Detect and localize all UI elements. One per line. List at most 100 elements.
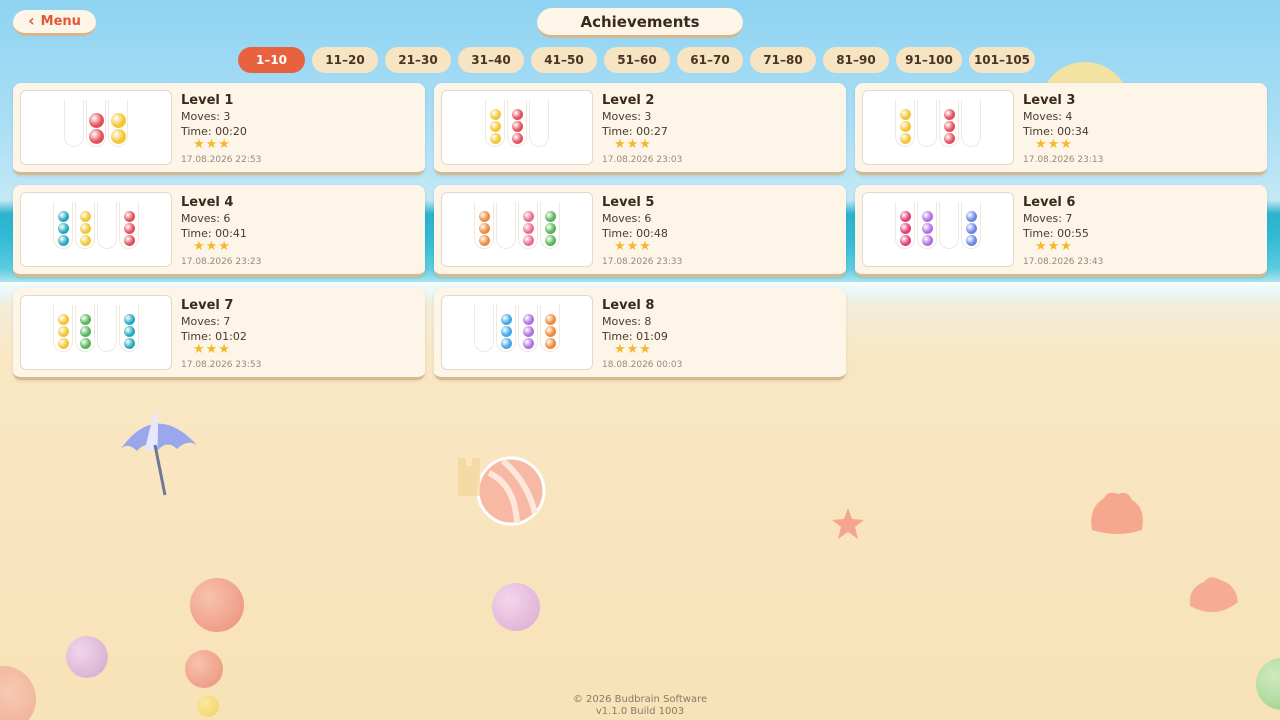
tab-11-20[interactable]: 11–20 bbox=[312, 47, 378, 73]
ball-icon bbox=[123, 235, 135, 246]
ball-icon bbox=[57, 223, 69, 234]
ball-icon bbox=[500, 338, 512, 349]
tube-icon bbox=[895, 202, 915, 249]
star-rating-icon: ★★★ bbox=[614, 342, 652, 357]
level-thumbnail bbox=[20, 295, 172, 370]
ball-icon bbox=[511, 109, 523, 120]
ball-icon bbox=[965, 211, 977, 222]
ball-icon bbox=[943, 133, 955, 144]
ball-icon bbox=[965, 235, 977, 246]
level-card-2[interactable]: Level 2 Moves: 3 Time: 00:27 ★★★ 17.08.2… bbox=[434, 83, 846, 175]
level-card-1[interactable]: Level 1 Moves: 3 Time: 00:20 ★★★ 17.08.2… bbox=[13, 83, 425, 175]
ball-icon bbox=[544, 223, 556, 234]
tab-61-70[interactable]: 61–70 bbox=[677, 47, 743, 73]
level-card-7[interactable]: Level 7 Moves: 7 Time: 01:02 ★★★ 17.08.2… bbox=[13, 288, 425, 380]
tube-icon bbox=[540, 202, 560, 249]
star-rating-icon: ★★★ bbox=[1035, 137, 1073, 152]
moves-count: Moves: 7 bbox=[181, 315, 231, 328]
ball-icon bbox=[899, 133, 911, 144]
tab-31-40[interactable]: 31–40 bbox=[458, 47, 524, 73]
ball-icon bbox=[123, 338, 135, 349]
ball-icon bbox=[943, 109, 955, 120]
ball-icon bbox=[522, 223, 534, 234]
level-thumbnail bbox=[441, 90, 593, 165]
tube-icon bbox=[53, 305, 73, 352]
moves-count: Moves: 4 bbox=[1023, 110, 1073, 123]
level-card-4[interactable]: Level 4 Moves: 6 Time: 00:41 ★★★ 17.08.2… bbox=[13, 185, 425, 277]
ball-icon bbox=[544, 326, 556, 337]
tube-icon bbox=[485, 100, 505, 147]
tab-41-50[interactable]: 41–50 bbox=[531, 47, 597, 73]
ball-icon bbox=[899, 211, 911, 222]
page-title: Achievements bbox=[537, 8, 743, 38]
completion-date: 17.08.2026 23:13 bbox=[1023, 155, 1104, 165]
version-text: v1.1.0 Build 1003 bbox=[595, 706, 685, 717]
ball-icon bbox=[522, 326, 534, 337]
ball-icon bbox=[478, 211, 490, 222]
ball-icon bbox=[88, 129, 104, 144]
tube-icon bbox=[540, 305, 560, 352]
tab-101-105[interactable]: 101–105 bbox=[969, 47, 1035, 73]
level-thumbnail bbox=[20, 90, 172, 165]
tube-icon bbox=[961, 100, 981, 147]
level-thumbnail bbox=[862, 192, 1014, 267]
ball-icon bbox=[965, 223, 977, 234]
ball-icon bbox=[489, 133, 501, 144]
ball-icon bbox=[478, 235, 490, 246]
tab-1-10[interactable]: 1–10 bbox=[238, 47, 305, 73]
tube-icon bbox=[53, 202, 73, 249]
level-range-tabs: 1–10 11–20 21–30 31–40 41–50 51–60 61–70… bbox=[238, 47, 1035, 73]
completion-date: 17.08.2026 23:33 bbox=[602, 257, 683, 267]
footer: © 2026 Budbrain Software v1.1.0 Build 10… bbox=[0, 694, 1280, 718]
ball-icon bbox=[500, 326, 512, 337]
ball-decoration bbox=[185, 650, 223, 688]
ball-icon bbox=[899, 223, 911, 234]
tube-icon bbox=[507, 100, 527, 147]
moves-count: Moves: 3 bbox=[602, 110, 652, 123]
completion-date: 17.08.2026 22:53 bbox=[181, 155, 262, 165]
tube-icon bbox=[474, 305, 494, 352]
level-title: Level 4 bbox=[181, 195, 234, 210]
level-card-8[interactable]: Level 8 Moves: 8 Time: 01:09 ★★★ 18.08.2… bbox=[434, 288, 846, 380]
tube-icon bbox=[917, 202, 937, 249]
level-title: Level 6 bbox=[1023, 195, 1076, 210]
tube-icon bbox=[97, 305, 117, 352]
tube-icon bbox=[917, 100, 937, 147]
level-info: Level 4 Moves: 6 Time: 00:41 ★★★ bbox=[181, 195, 247, 254]
tab-71-80[interactable]: 71–80 bbox=[750, 47, 816, 73]
ball-icon bbox=[489, 121, 501, 132]
starfish-decoration bbox=[832, 508, 864, 539]
level-card-6[interactable]: Level 6 Moves: 7 Time: 00:55 ★★★ 17.08.2… bbox=[855, 185, 1267, 277]
menu-button[interactable]: ‹ Menu bbox=[13, 10, 96, 36]
tube-icon bbox=[108, 100, 128, 147]
ball-icon bbox=[79, 326, 91, 337]
tab-51-60[interactable]: 51–60 bbox=[604, 47, 670, 73]
ball-icon bbox=[79, 235, 91, 246]
level-thumbnail bbox=[441, 295, 593, 370]
level-info: Level 7 Moves: 7 Time: 01:02 ★★★ bbox=[181, 298, 247, 357]
ball-icon bbox=[57, 314, 69, 325]
ball-icon bbox=[522, 211, 534, 222]
level-thumbnail bbox=[441, 192, 593, 267]
tab-21-30[interactable]: 21–30 bbox=[385, 47, 451, 73]
tab-91-100[interactable]: 91–100 bbox=[896, 47, 962, 73]
ball-icon bbox=[110, 129, 126, 144]
level-card-5[interactable]: Level 5 Moves: 6 Time: 00:48 ★★★ 17.08.2… bbox=[434, 185, 846, 277]
ball-icon bbox=[511, 121, 523, 132]
completion-date: 17.08.2026 23:53 bbox=[181, 360, 262, 370]
ball-icon bbox=[921, 223, 933, 234]
ball-icon bbox=[123, 314, 135, 325]
moves-count: Moves: 7 bbox=[1023, 212, 1073, 225]
tab-81-90[interactable]: 81–90 bbox=[823, 47, 889, 73]
star-rating-icon: ★★★ bbox=[614, 137, 652, 152]
tube-icon bbox=[75, 202, 95, 249]
level-info: Level 5 Moves: 6 Time: 00:48 ★★★ bbox=[602, 195, 668, 254]
level-card-3[interactable]: Level 3 Moves: 4 Time: 00:34 ★★★ 17.08.2… bbox=[855, 83, 1267, 175]
ball-icon bbox=[57, 338, 69, 349]
tube-icon bbox=[939, 100, 959, 147]
star-rating-icon: ★★★ bbox=[614, 239, 652, 254]
tube-icon bbox=[86, 100, 106, 147]
ball-icon bbox=[123, 326, 135, 337]
ball-icon bbox=[522, 338, 534, 349]
ball-icon bbox=[921, 235, 933, 246]
